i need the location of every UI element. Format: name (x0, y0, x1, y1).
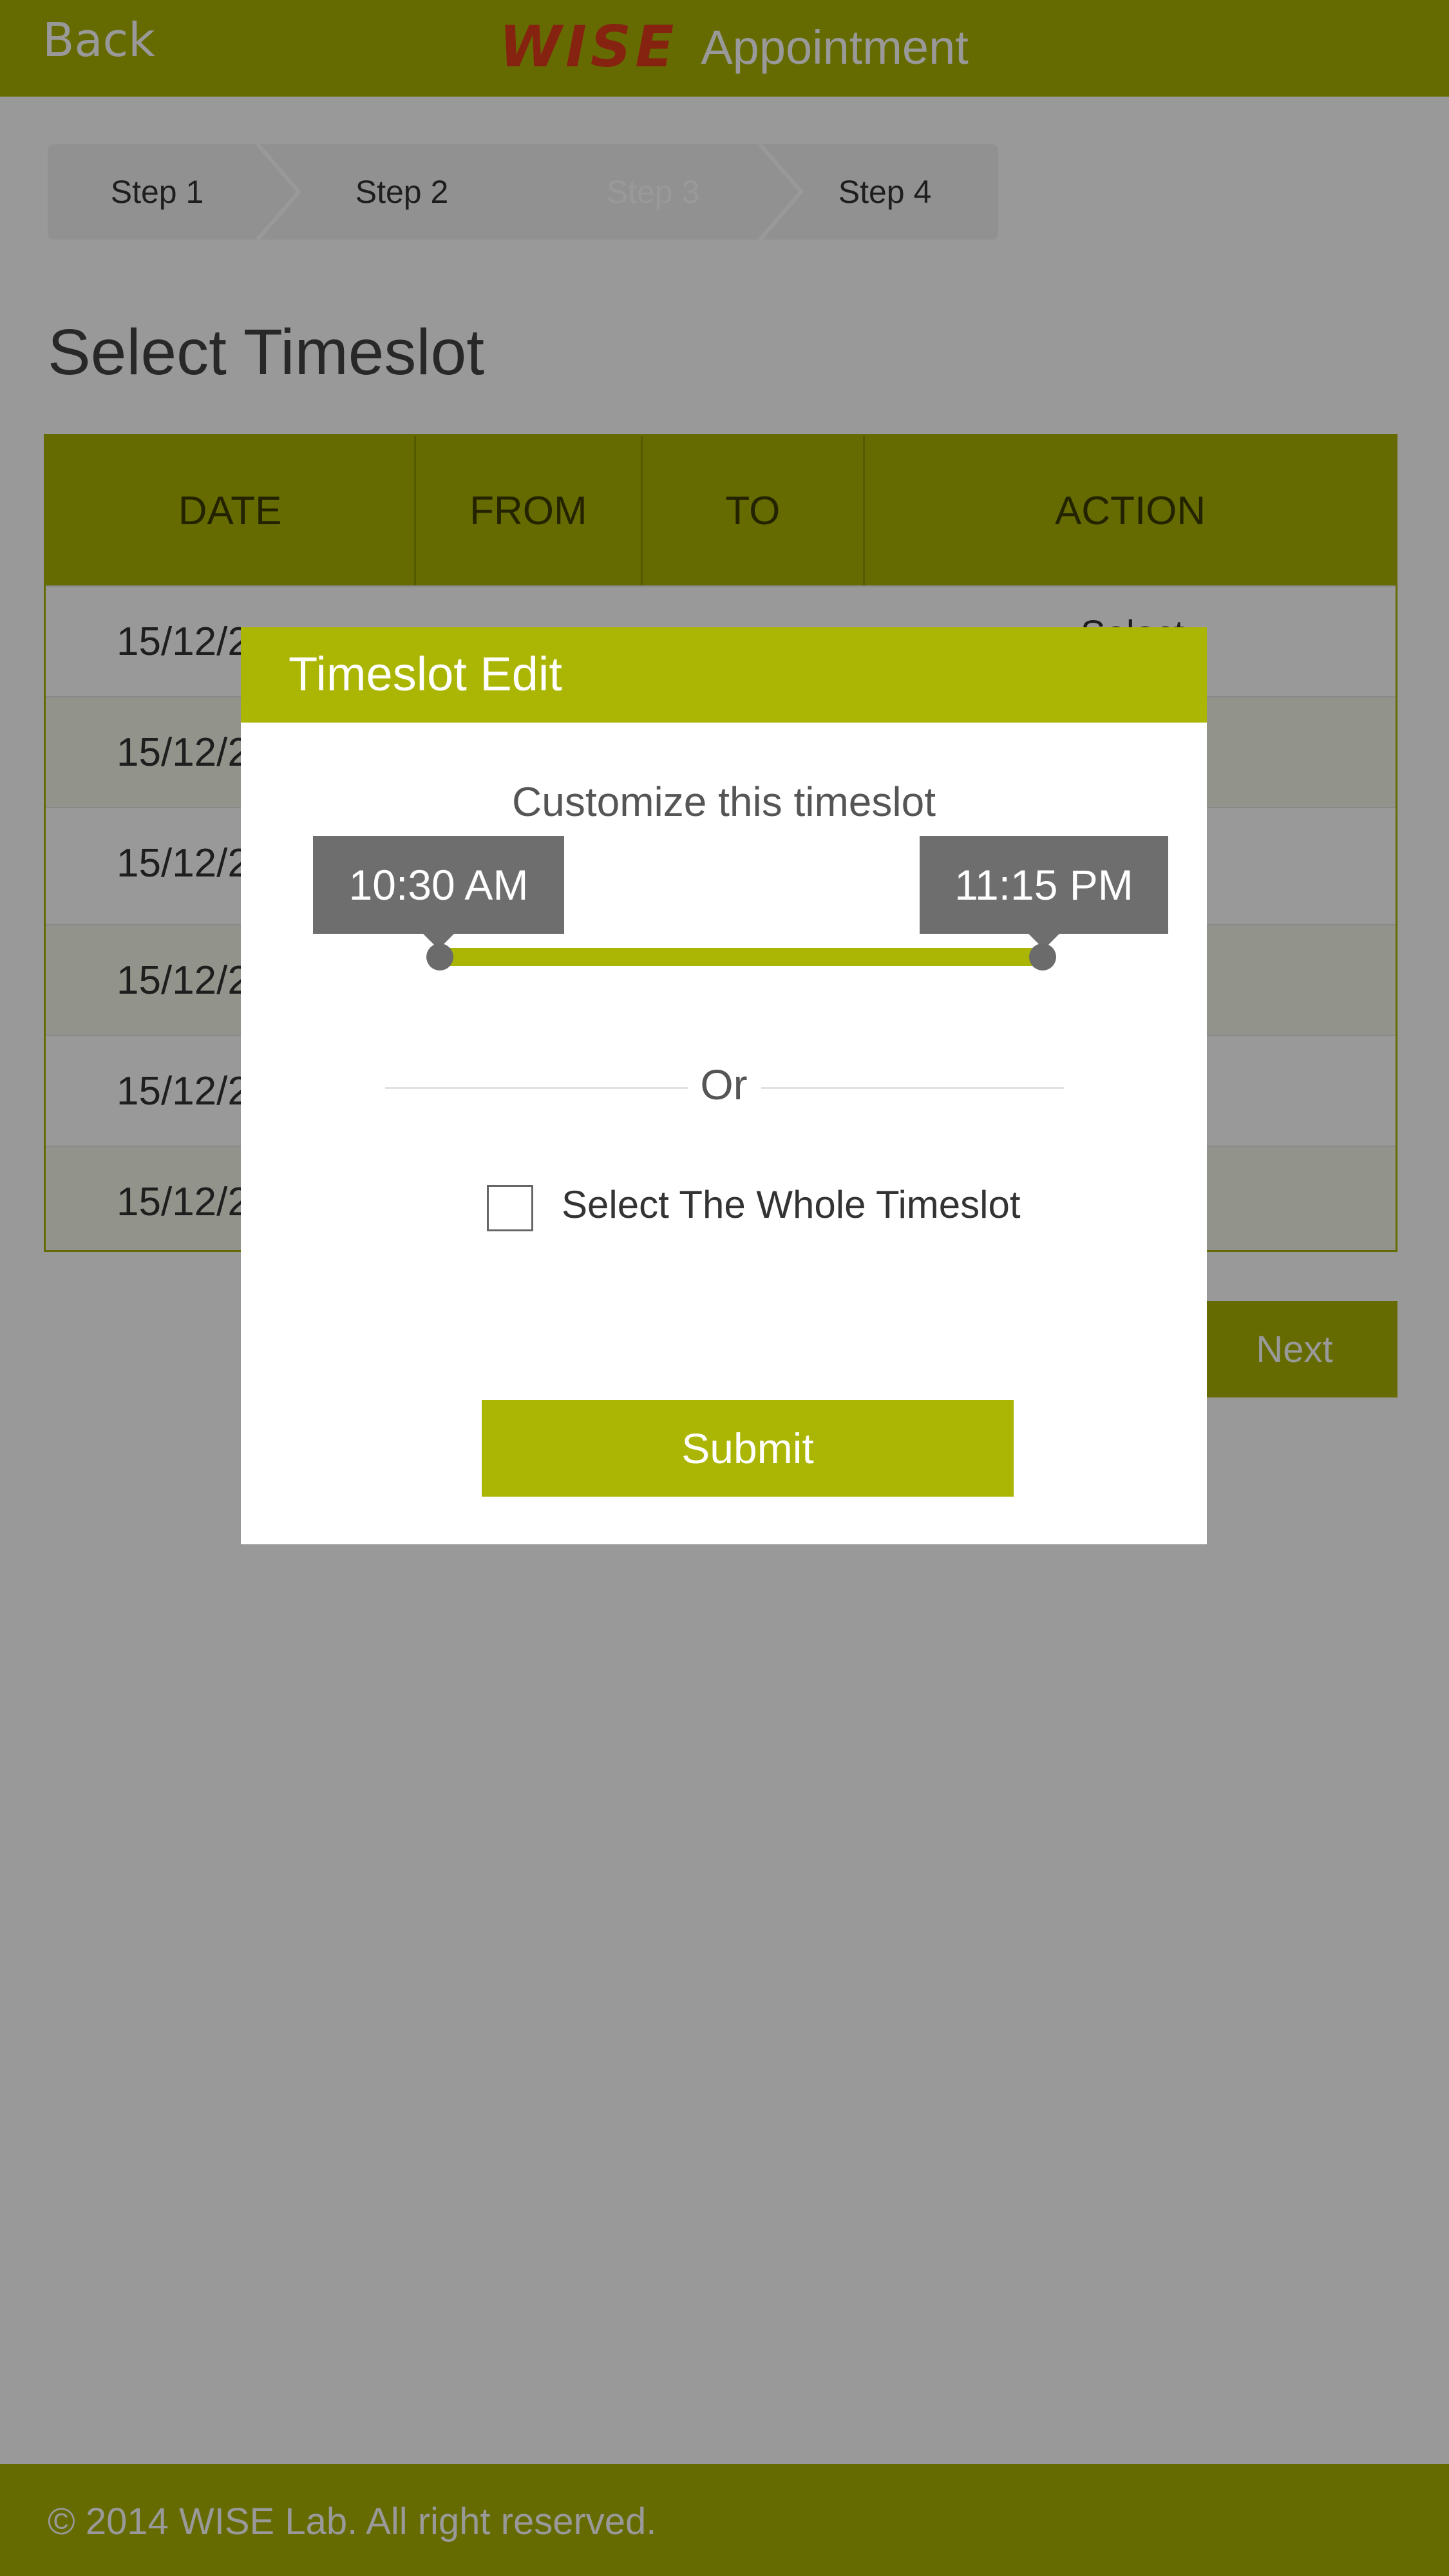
dialog-title: Timeslot Edit (289, 647, 562, 701)
slider-end-handle[interactable] (1029, 943, 1056, 971)
dialog-header: Timeslot Edit (241, 627, 1207, 723)
start-time-tooltip: 10:30 AM (313, 836, 564, 949)
end-time-tooltip: 11:15 PM (920, 836, 1168, 949)
submit-button[interactable]: Submit (482, 1400, 1014, 1497)
or-label: Or (700, 1061, 748, 1108)
slider-start-handle[interactable] (426, 943, 453, 971)
whole-timeslot-label[interactable]: Select The Whole Timeslot (562, 1182, 1021, 1227)
whole-timeslot-checkbox[interactable] (487, 1185, 533, 1231)
time-range-slider-track[interactable] (439, 948, 1042, 966)
dialog-subtitle: Customize this timeslot (512, 779, 936, 825)
timeslot-edit-dialog: Timeslot Edit Customize this timeslot 10… (241, 627, 1207, 1544)
